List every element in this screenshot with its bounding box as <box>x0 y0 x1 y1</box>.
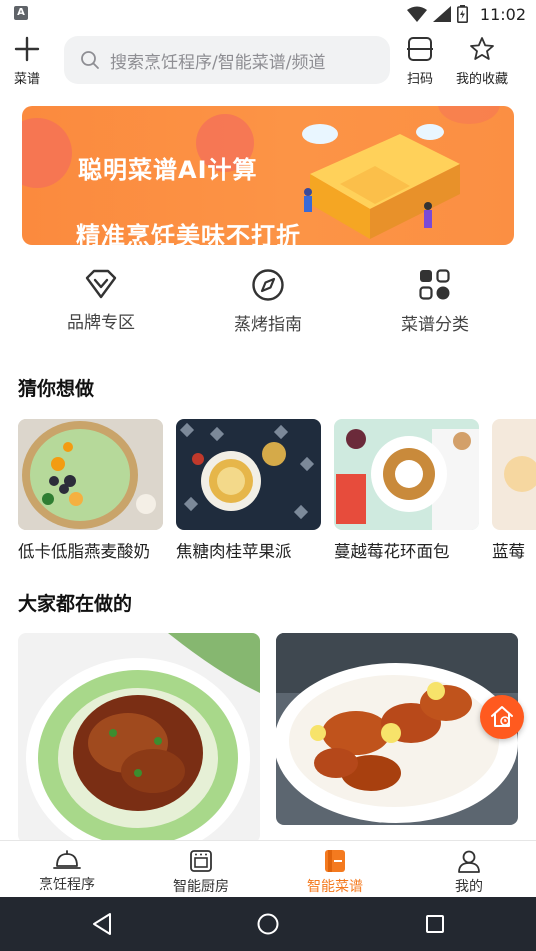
bottom-tab-bar: 烹饪程序 智能厨房 智能菜谱 我的 <box>0 840 536 897</box>
recipe-name: 低卡低脂燕麦酸奶 <box>18 542 150 561</box>
menu-button[interactable]: 菜谱 <box>14 36 40 87</box>
home-clock-icon <box>491 706 513 727</box>
status-icons: 11:02 <box>406 3 526 25</box>
guess-section-title: 猜你想做 <box>18 378 95 400</box>
wifi-icon <box>406 6 427 22</box>
banner-subtitle: 精准烹饪美味不打折 <box>76 222 301 245</box>
recipe-name: 蔓越莓花环面包 <box>334 542 450 561</box>
status-bar: A 11:02 <box>0 0 536 28</box>
scan-label: 扫码 <box>406 72 433 87</box>
tab-smart-recipes[interactable]: 智能菜谱 <box>268 849 402 896</box>
recipe-image <box>176 419 321 530</box>
recipe-card[interactable]: 低卡低脂燕麦酸奶 <box>18 419 163 562</box>
favorites-label: 我的收藏 <box>456 72 509 87</box>
tab-profile[interactable]: 我的 <box>402 849 536 896</box>
recipe-image <box>276 633 518 825</box>
recipe-name: 蓝莓 <box>492 542 525 561</box>
a-box-icon: A <box>14 6 28 20</box>
tab-label: 智能菜谱 <box>307 879 363 895</box>
banner-decoration <box>22 118 72 188</box>
recipe-card[interactable]: 蓝莓 <box>492 419 536 562</box>
recipe-name: 焦糖肉桂苹果派 <box>176 542 292 561</box>
quick-entry-row: 品牌专区 蒸烤指南 菜谱分类 <box>0 268 536 348</box>
top-header: 菜谱 搜索烹饪程序/智能菜谱/频道 扫码 我的收藏 <box>0 28 536 96</box>
recipe-category-label: 菜谱分类 <box>401 315 469 335</box>
promo-banner[interactable]: 聪明菜谱AI计算 精准烹饪美味不打折 <box>22 106 514 245</box>
steam-bake-guide-label: 蒸烤指南 <box>234 315 302 335</box>
star-icon <box>470 37 494 60</box>
recipe-card[interactable]: 焦糖肉桂苹果派 <box>176 419 321 562</box>
compass-icon <box>252 269 284 301</box>
tab-smart-kitchen[interactable]: 智能厨房 <box>134 849 268 896</box>
scan-icon <box>407 37 433 61</box>
steam-bake-guide-entry[interactable]: 蒸烤指南 <box>188 268 348 335</box>
search-icon <box>81 51 99 69</box>
recipe-card[interactable]: 蔓越莓花环面包 <box>334 419 479 562</box>
recipe-image <box>492 419 536 530</box>
oven-icon <box>190 850 212 872</box>
brand-zone-label: 品牌专区 <box>67 313 135 333</box>
popular-recipe-card[interactable] <box>18 633 260 843</box>
tab-cooking-programs[interactable]: 烹饪程序 <box>0 849 134 894</box>
back-button[interactable] <box>88 910 116 938</box>
tab-label: 智能厨房 <box>173 879 229 895</box>
back-triangle-icon <box>93 913 111 935</box>
system-nav-bar <box>0 897 536 951</box>
cloche-icon <box>53 850 81 869</box>
app-screen: A 11:02 菜谱 搜索烹饪程序/智能菜谱/频道 扫码 我的收藏 聪明菜谱AI… <box>0 0 536 951</box>
tab-label: 我的 <box>455 879 483 895</box>
home-button[interactable] <box>254 910 282 938</box>
search-bar[interactable]: 搜索烹饪程序/智能菜谱/频道 <box>64 36 390 84</box>
diamond-icon <box>85 269 117 299</box>
recipe-category-entry[interactable]: 菜谱分类 <box>355 268 515 335</box>
home-circle-icon <box>257 913 279 935</box>
brand-zone-entry[interactable]: 品牌专区 <box>21 268 181 333</box>
guess-recipe-row: 低卡低脂燕麦酸奶 焦糖肉桂苹果派 蔓越莓花环面包 蓝莓 <box>18 419 536 569</box>
banner-title: 聪明菜谱AI计算 <box>78 156 258 184</box>
ai-illustration <box>302 124 460 239</box>
popular-recipe-card[interactable] <box>276 633 518 825</box>
person-icon <box>458 850 480 873</box>
search-placeholder: 搜索烹饪程序/智能菜谱/频道 <box>110 52 326 73</box>
floating-home-button[interactable] <box>480 695 524 739</box>
recipe-image <box>334 419 479 530</box>
plus-icon <box>14 36 40 62</box>
scan-button[interactable]: 扫码 <box>406 36 434 87</box>
menu-label: 菜谱 <box>14 72 41 87</box>
grid-icon <box>419 269 450 300</box>
clock: 11:02 <box>479 4 526 24</box>
battery-icon <box>456 5 468 23</box>
recipe-book-icon <box>325 850 345 872</box>
tab-label: 烹饪程序 <box>39 877 95 893</box>
popular-section-title: 大家都在做的 <box>18 593 133 615</box>
recents-button[interactable] <box>421 910 449 938</box>
recents-square-icon <box>426 915 444 933</box>
recipe-image <box>18 633 260 843</box>
signal-icon <box>432 6 451 22</box>
recipe-image <box>18 419 163 530</box>
favorites-button[interactable]: 我的收藏 <box>456 36 508 87</box>
